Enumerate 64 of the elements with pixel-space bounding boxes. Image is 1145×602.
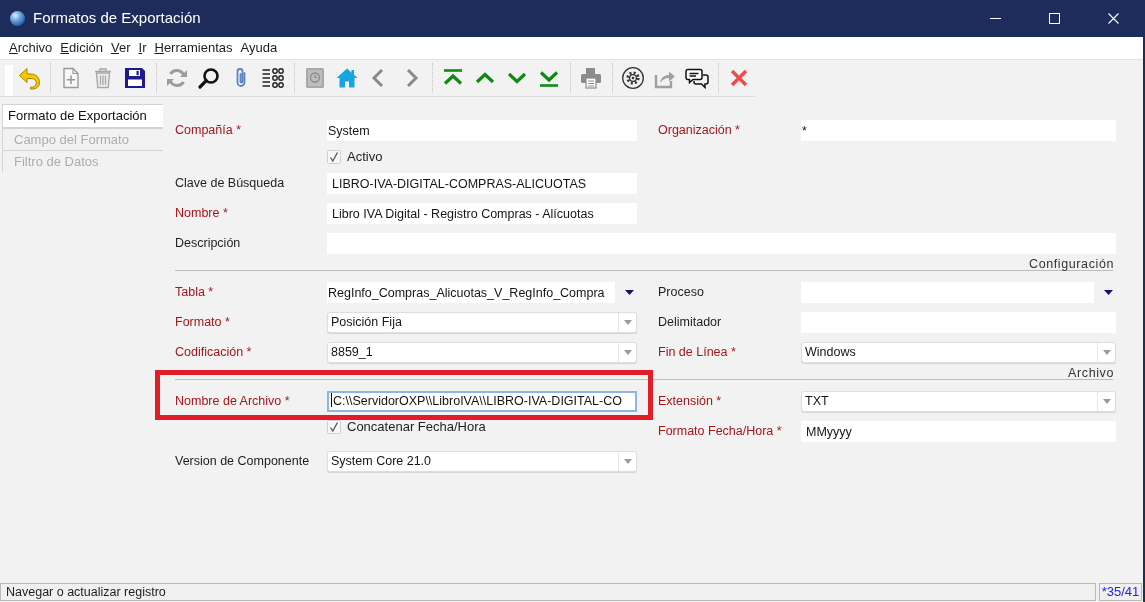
triangle-down-icon[interactable] bbox=[625, 289, 634, 295]
gear-icon[interactable] bbox=[621, 66, 645, 90]
text-field[interactable]: MMyyyy bbox=[801, 420, 1116, 442]
dropdown-arrow-icon[interactable] bbox=[1102, 398, 1111, 404]
field-label: Organización * bbox=[658, 122, 740, 137]
section-title: Archivo bbox=[1068, 366, 1114, 380]
field-label: Version de Componente bbox=[175, 453, 310, 468]
checkbox[interactable] bbox=[327, 420, 341, 434]
search-icon[interactable] bbox=[197, 66, 221, 90]
dropdown-arrow-icon[interactable] bbox=[623, 458, 632, 464]
text-field[interactable]: C:\\ServidorOXP\\LibroIVA\\LIBRO-IVA-DIGITAL-CO bbox=[327, 390, 637, 412]
chat-icon[interactable] bbox=[685, 66, 709, 90]
undo-arrow-icon[interactable] bbox=[17, 66, 41, 90]
window-title: Formatos de Exportación bbox=[33, 8, 201, 29]
lookup-field[interactable]: System bbox=[327, 119, 637, 141]
field-label: Formato Fecha/Hora * bbox=[658, 423, 782, 438]
close-icon[interactable] bbox=[1108, 13, 1119, 24]
toolbar-grip bbox=[5, 65, 13, 96]
menu-item[interactable]: Ver bbox=[111, 38, 131, 58]
combo-box[interactable]: TXT bbox=[801, 390, 1116, 412]
triangle-down-icon[interactable] bbox=[1104, 289, 1113, 295]
dropdown-arrow-icon[interactable] bbox=[623, 319, 632, 325]
field-label: Clave de Búsqueda bbox=[175, 175, 285, 190]
field-label: Proceso bbox=[658, 284, 704, 299]
field-label: Fin de Línea * bbox=[658, 344, 736, 359]
app-logo-icon bbox=[10, 11, 25, 26]
grid-list-icon[interactable] bbox=[261, 66, 285, 90]
section-title: Configuración bbox=[1029, 257, 1114, 271]
clock-box-icon[interactable] bbox=[303, 66, 327, 90]
lookup-field[interactable]: * bbox=[801, 119, 1116, 141]
field-label: Nombre de Archivo * bbox=[175, 393, 290, 408]
menu-item[interactable]: Archivo bbox=[9, 38, 53, 58]
menu-item[interactable]: Ir bbox=[138, 38, 147, 58]
checkbox-label: Concatenar Fecha/Hora bbox=[347, 418, 486, 437]
text-field[interactable]: Libro IVA Digital - Registro Compras - Alícuotas bbox=[327, 202, 637, 224]
refresh-icon[interactable] bbox=[165, 66, 189, 90]
dropdown-arrow-icon[interactable] bbox=[1102, 349, 1111, 355]
field-label: Formato * bbox=[175, 314, 230, 329]
field-label: Delimitador bbox=[658, 314, 722, 329]
menu-item[interactable]: Ayuda bbox=[240, 38, 278, 58]
field-label: Descripción bbox=[175, 235, 241, 250]
record-counter: *35/41 bbox=[1099, 583, 1142, 601]
printer-icon[interactable] bbox=[579, 66, 603, 90]
field-label: Extensión * bbox=[658, 393, 722, 408]
field-label: Tabla * bbox=[175, 284, 214, 299]
menu-item[interactable]: Herramientas bbox=[154, 38, 233, 58]
lookup-field[interactable]: RegInfo_Compras_Alicuotas_V_RegInfo_Compra bbox=[327, 281, 615, 303]
checkbox-label: Activo bbox=[347, 147, 383, 166]
maximize-icon[interactable] bbox=[1049, 13, 1060, 24]
combo-box[interactable]: Posición Fija bbox=[327, 311, 637, 333]
tab[interactable]: Formato de Exportación bbox=[2, 104, 163, 128]
field-label: Nombre * bbox=[175, 205, 228, 220]
combo-box[interactable]: System Core 21.0 bbox=[327, 450, 637, 472]
combo-box[interactable]: Windows bbox=[801, 341, 1116, 363]
dropdown-arrow-icon[interactable] bbox=[623, 349, 632, 355]
field-label: Compañía * bbox=[175, 122, 241, 137]
checkbox[interactable] bbox=[327, 149, 341, 164]
menu-item[interactable]: Edición bbox=[60, 38, 103, 58]
field-label: Codificación * bbox=[175, 344, 252, 359]
combo-box[interactable]: 8859_1 bbox=[327, 341, 637, 363]
home-icon[interactable] bbox=[335, 66, 359, 90]
save-icon[interactable] bbox=[123, 66, 147, 90]
text-field[interactable]: LIBRO-IVA-DIGITAL-COMPRAS-ALICUOTAS bbox=[327, 172, 637, 194]
status-message: Navegar o actualizar registro bbox=[0, 583, 1096, 601]
